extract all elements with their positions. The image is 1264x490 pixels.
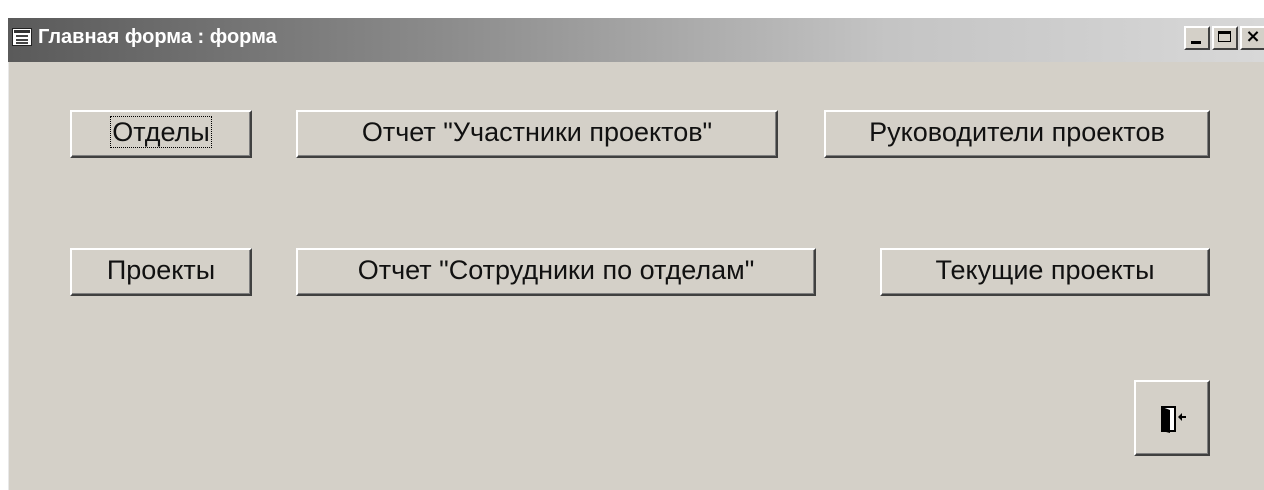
minimize-button[interactable] [1184,26,1210,50]
form-icon[interactable] [12,28,32,46]
main-form-window: Главная форма : форма × Отделы Отчет "Уч… [6,16,1264,490]
maximize-button[interactable] [1212,26,1238,50]
project-participants-report-button[interactable]: Отчет "Участники проектов" [296,110,778,158]
project-managers-button[interactable]: Руководители проектов [824,110,1210,158]
exit-button[interactable] [1134,380,1210,456]
projects-button[interactable]: Проекты [70,248,252,296]
employees-by-department-report-button[interactable]: Отчет "Сотрудники по отделам" [296,248,816,296]
departments-button-label: Отделы [110,116,212,148]
exit-door-icon [1161,406,1186,433]
departments-button[interactable]: Отделы [70,110,252,158]
close-button[interactable]: × [1240,26,1264,50]
current-projects-button[interactable]: Текущие проекты [880,248,1210,296]
title-bar[interactable]: Главная форма : форма × [8,18,1264,62]
window-title: Главная форма : форма [38,26,277,48]
